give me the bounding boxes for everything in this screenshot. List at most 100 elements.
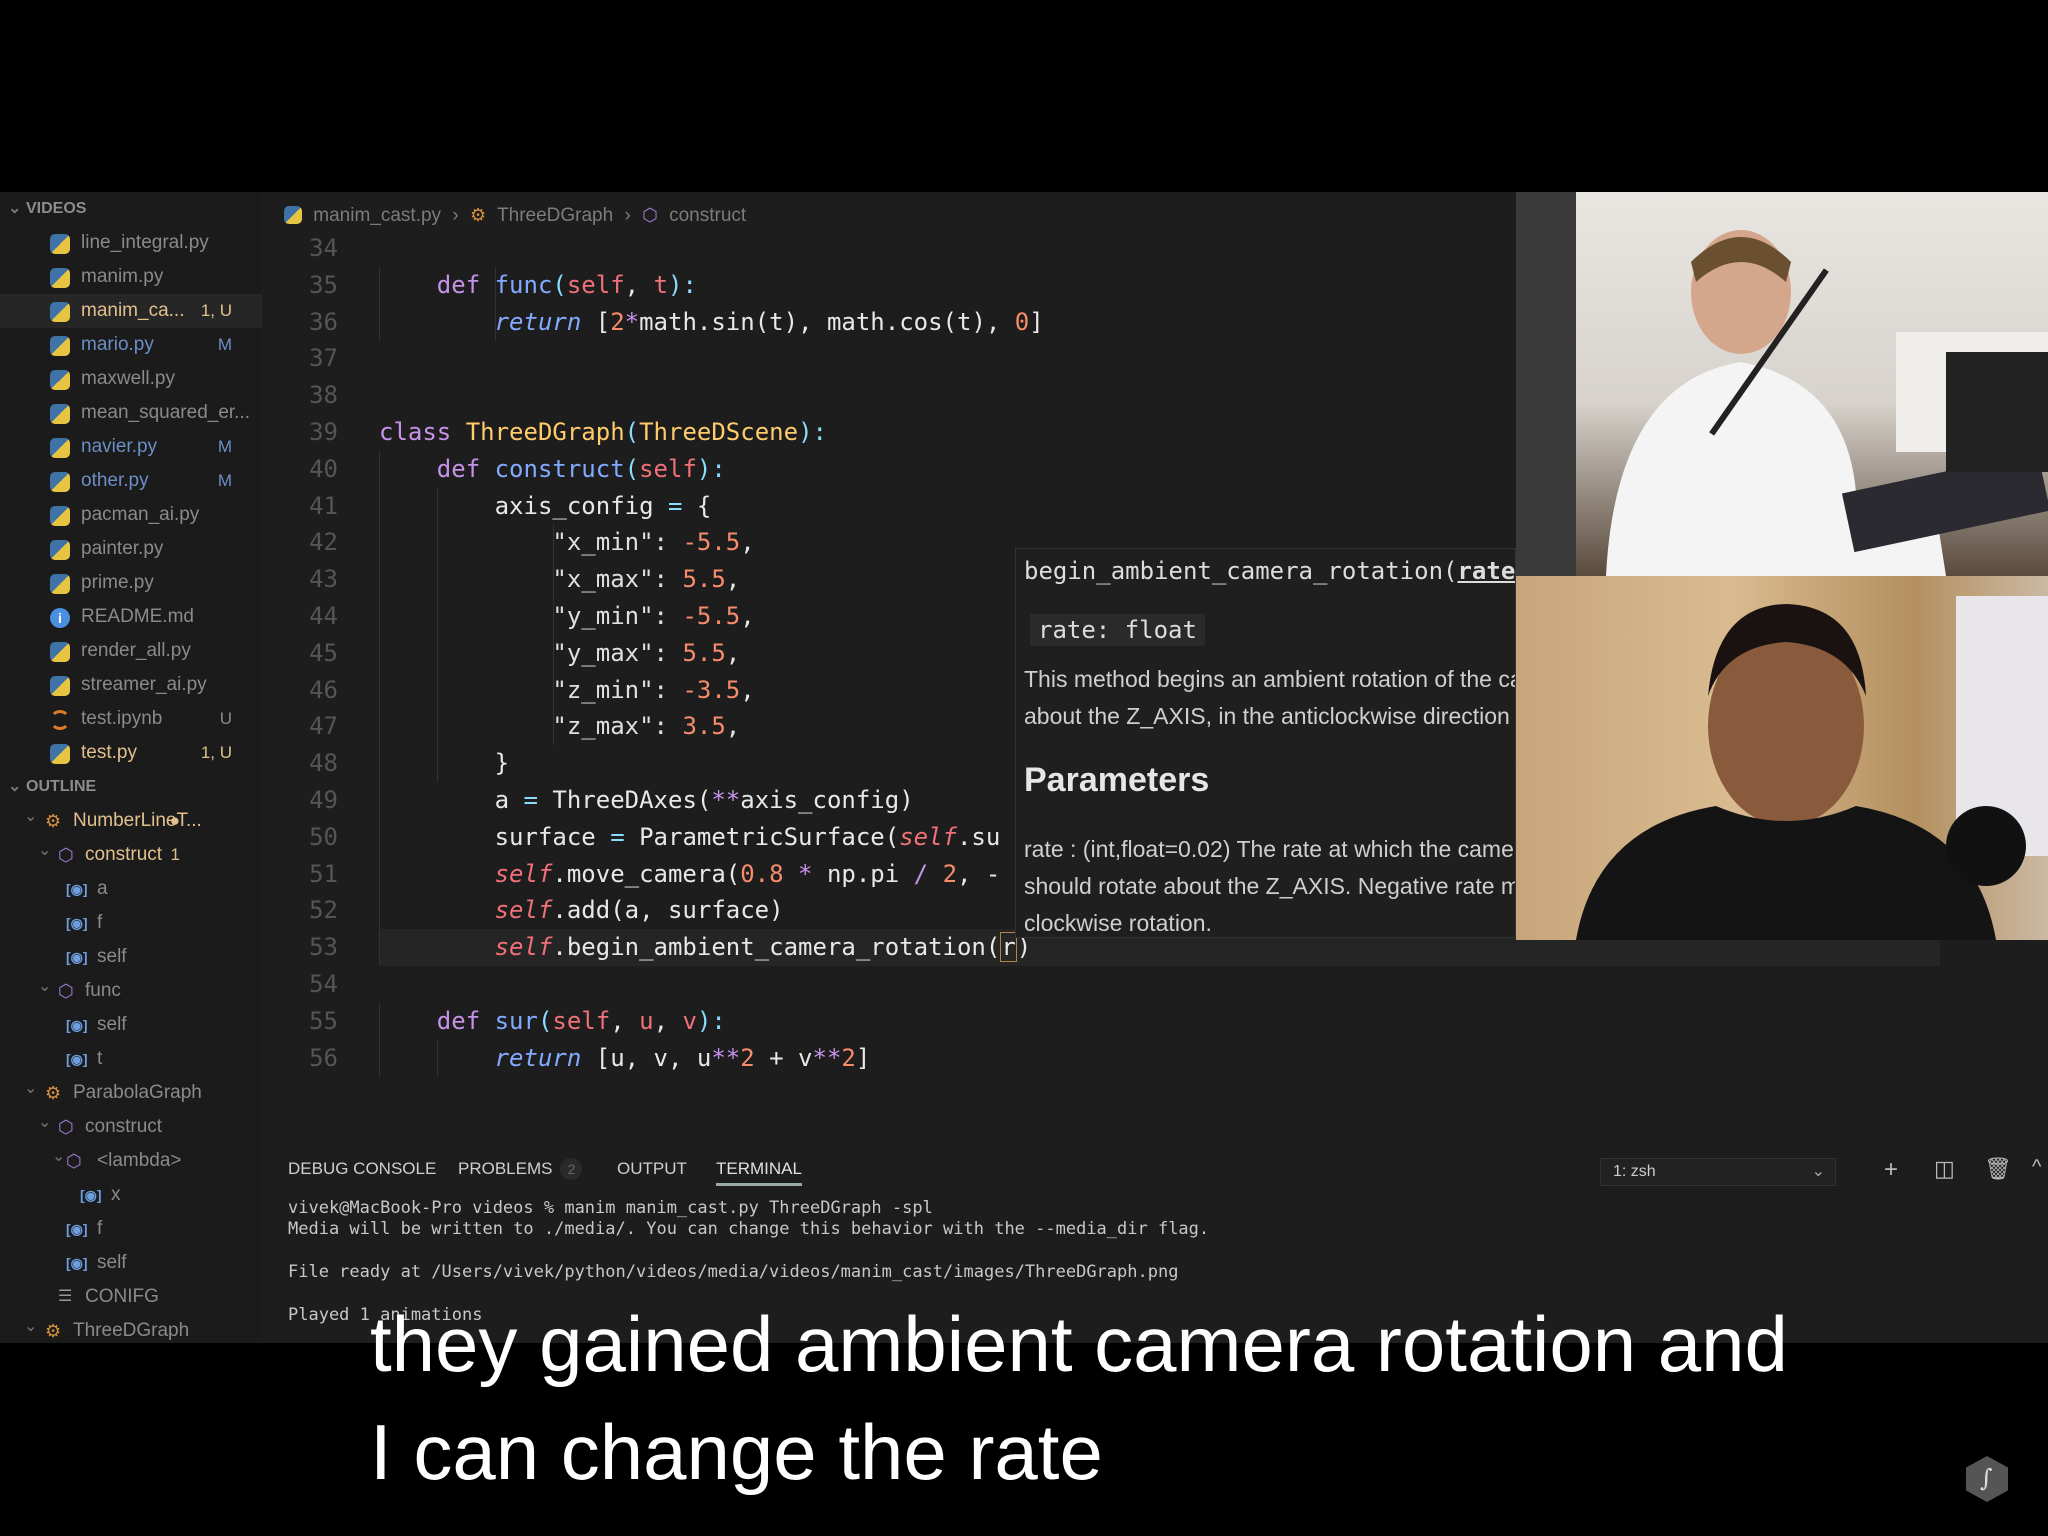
tab-output[interactable]: OUTPUT xyxy=(617,1152,687,1186)
code-line[interactable]: self.begin_ambient_camera_rotation(r) xyxy=(379,929,1031,966)
code-line[interactable]: "x_min": -5.5, xyxy=(379,524,754,561)
code-line[interactable]: surface = ParametricSurface(self.su xyxy=(379,819,1001,856)
code-line[interactable]: "z_max": 3.5, xyxy=(379,708,740,745)
outline-item[interactable]: [◉] a xyxy=(0,872,262,906)
file-item[interactable]: test.ipynb U xyxy=(0,702,262,736)
outline-item[interactable]: [◉] t xyxy=(0,1042,262,1076)
outline-label: construct xyxy=(85,844,163,865)
outline-item[interactable]: ⌄ ⚙ ParabolaGraph xyxy=(0,1076,262,1110)
code-line[interactable]: def sur(self, u, v): xyxy=(379,1003,726,1040)
breadcrumb-class[interactable]: ThreeDGraph xyxy=(497,205,613,226)
code-line[interactable]: } xyxy=(379,745,509,782)
tab-problems[interactable]: PROBLEMS 2 xyxy=(458,1152,583,1186)
file-name: README.md xyxy=(81,606,194,627)
webcam-guest-image xyxy=(1576,596,2048,940)
outline-item[interactable]: ⌄ ⬡ construct 1 xyxy=(0,838,262,872)
file-item[interactable]: mario.py M xyxy=(0,328,262,362)
outline-section-header[interactable]: ⌄ OUTLINE xyxy=(0,770,262,804)
chevron-down-icon[interactable]: ⌄ xyxy=(24,1072,37,1106)
chevron-down-icon[interactable]: ⌄ xyxy=(38,970,51,1004)
code-token: "y_min": xyxy=(379,602,683,630)
file-item[interactable]: manim_ca... 1, U xyxy=(0,294,262,328)
code-line[interactable]: self.move_camera(0.8 * np.pi / 2, - xyxy=(379,856,1001,893)
chevron-down-icon[interactable]: ⌄ xyxy=(24,800,37,834)
file-item[interactable]: line_integral.py xyxy=(0,226,262,260)
terminal-select[interactable]: 1: zsh ⌄ xyxy=(1600,1158,1836,1186)
code-token: self xyxy=(552,1006,611,1035)
method-cube-icon: ⬡ xyxy=(642,205,658,225)
outline-item[interactable]: [◉] f xyxy=(0,906,262,940)
outline-item[interactable]: ⌄ ⬡ construct xyxy=(0,1110,262,1144)
file-item[interactable]: maxwell.py xyxy=(0,362,262,396)
code-token: + v xyxy=(754,1043,813,1072)
explorer-section-header[interactable]: ⌄ VIDEOS xyxy=(0,192,262,226)
breadcrumb-file[interactable]: manim_cast.py xyxy=(313,205,441,226)
file-item[interactable]: test.py 1, U xyxy=(0,736,262,770)
line-number: 56 xyxy=(309,1043,338,1072)
chevron-down-icon[interactable]: ⌄ xyxy=(38,1106,51,1140)
chevron-down-icon: ⌄ xyxy=(8,778,22,795)
file-item[interactable]: render_all.py xyxy=(0,634,262,668)
code-line[interactable]: class ThreeDGraph(ThreeDScene): xyxy=(379,414,827,451)
code-line[interactable]: def func(self, t): xyxy=(379,267,697,304)
terminal-select-value: 1: zsh xyxy=(1613,1163,1656,1180)
code-line[interactable]: self.add(a, surface) xyxy=(379,892,784,929)
code-line[interactable]: "x_max": 5.5, xyxy=(379,561,740,598)
breadcrumb-method[interactable]: construct xyxy=(669,205,746,226)
code-line[interactable]: return [2*math.sin(t), math.cos(t), 0] xyxy=(379,304,1044,341)
outline-item[interactable]: ⌄ ⬡ <lambda> xyxy=(0,1144,262,1178)
code-line[interactable]: axis_config = { xyxy=(379,488,712,525)
outline-item[interactable]: [◉] f xyxy=(0,1212,262,1246)
file-item[interactable]: painter.py xyxy=(0,532,262,566)
code-token: axis_config xyxy=(379,491,668,520)
file-item[interactable]: manim.py xyxy=(0,260,262,294)
code-line[interactable]: "y_max": 5.5, xyxy=(379,635,740,672)
code-token: ThreeDScene xyxy=(639,418,799,446)
indent-guide xyxy=(495,266,496,341)
new-terminal-plus-icon[interactable]: + xyxy=(1884,1156,1898,1184)
file-item[interactable]: prime.py xyxy=(0,566,262,600)
outline-item[interactable]: ⌄ ⬡ func xyxy=(0,974,262,1008)
outline-label: self xyxy=(97,946,127,967)
file-item[interactable]: streamer_ai.py xyxy=(0,668,262,702)
file-item[interactable]: pacman_ai.py xyxy=(0,498,262,532)
file-item[interactable]: other.py M xyxy=(0,464,262,498)
outline-item[interactable]: ☰ CONIFG xyxy=(0,1280,262,1314)
file-item[interactable]: mean_squared_er... xyxy=(0,396,262,430)
outline-item[interactable]: [◉] self xyxy=(0,940,262,974)
outline-item[interactable]: [◉] self xyxy=(0,1246,262,1280)
outline-item[interactable]: ⌄ ⚙ ThreeDGraph xyxy=(0,1314,262,1343)
code-token: 2 xyxy=(740,1043,755,1072)
file-item[interactable]: i README.md xyxy=(0,600,262,634)
chevron-down-icon[interactable]: ⌄ xyxy=(52,1140,65,1174)
code-token: ( xyxy=(537,1006,553,1035)
code-line[interactable]: a = ThreeDAxes(**axis_config) xyxy=(379,782,914,819)
subtitle-line-1: they gained ambient camera rotation and xyxy=(370,1300,1788,1388)
outline-item[interactable]: [◉] self xyxy=(0,1008,262,1042)
outline-item[interactable]: [◉] x xyxy=(0,1178,262,1212)
indent-guide xyxy=(437,1039,438,1077)
trash-icon[interactable]: 🗑 xyxy=(1984,1156,2012,1182)
code-line[interactable]: "z_min": -3.5, xyxy=(379,672,754,709)
chevron-down-icon[interactable]: ⌄ xyxy=(38,834,51,868)
tab-terminal[interactable]: TERMINAL xyxy=(716,1152,802,1186)
split-terminal-icon[interactable]: ◫ xyxy=(1934,1156,1955,1182)
code-token: ** xyxy=(812,1043,842,1072)
chevron-down-icon[interactable]: ⌄ xyxy=(24,1310,37,1343)
tab-debug-console[interactable]: DEBUG CONSOLE xyxy=(288,1152,436,1186)
line-number: 34 xyxy=(309,234,338,262)
code-line[interactable]: "y_min": -5.5, xyxy=(379,598,754,635)
code-token: -5.5 xyxy=(682,602,741,630)
sidebar: ⌄ VIDEOS line_integral.py manim.py manim_ca… xyxy=(0,192,262,1343)
python-file-icon xyxy=(284,206,302,224)
chevron-up-icon[interactable]: ^ xyxy=(2032,1156,2041,1179)
file-item[interactable]: navier.py M xyxy=(0,430,262,464)
code-line[interactable]: return [u, v, u**2 + v**2] xyxy=(379,1040,871,1077)
line-number: 44 xyxy=(309,602,338,630)
tab-label: PROBLEMS xyxy=(458,1159,553,1178)
outline-item[interactable]: ⌄ ⚙ NumberLineT... ● xyxy=(0,804,262,838)
code-line[interactable]: def construct(self): xyxy=(379,451,726,488)
code-token: "y_max": xyxy=(379,638,683,667)
